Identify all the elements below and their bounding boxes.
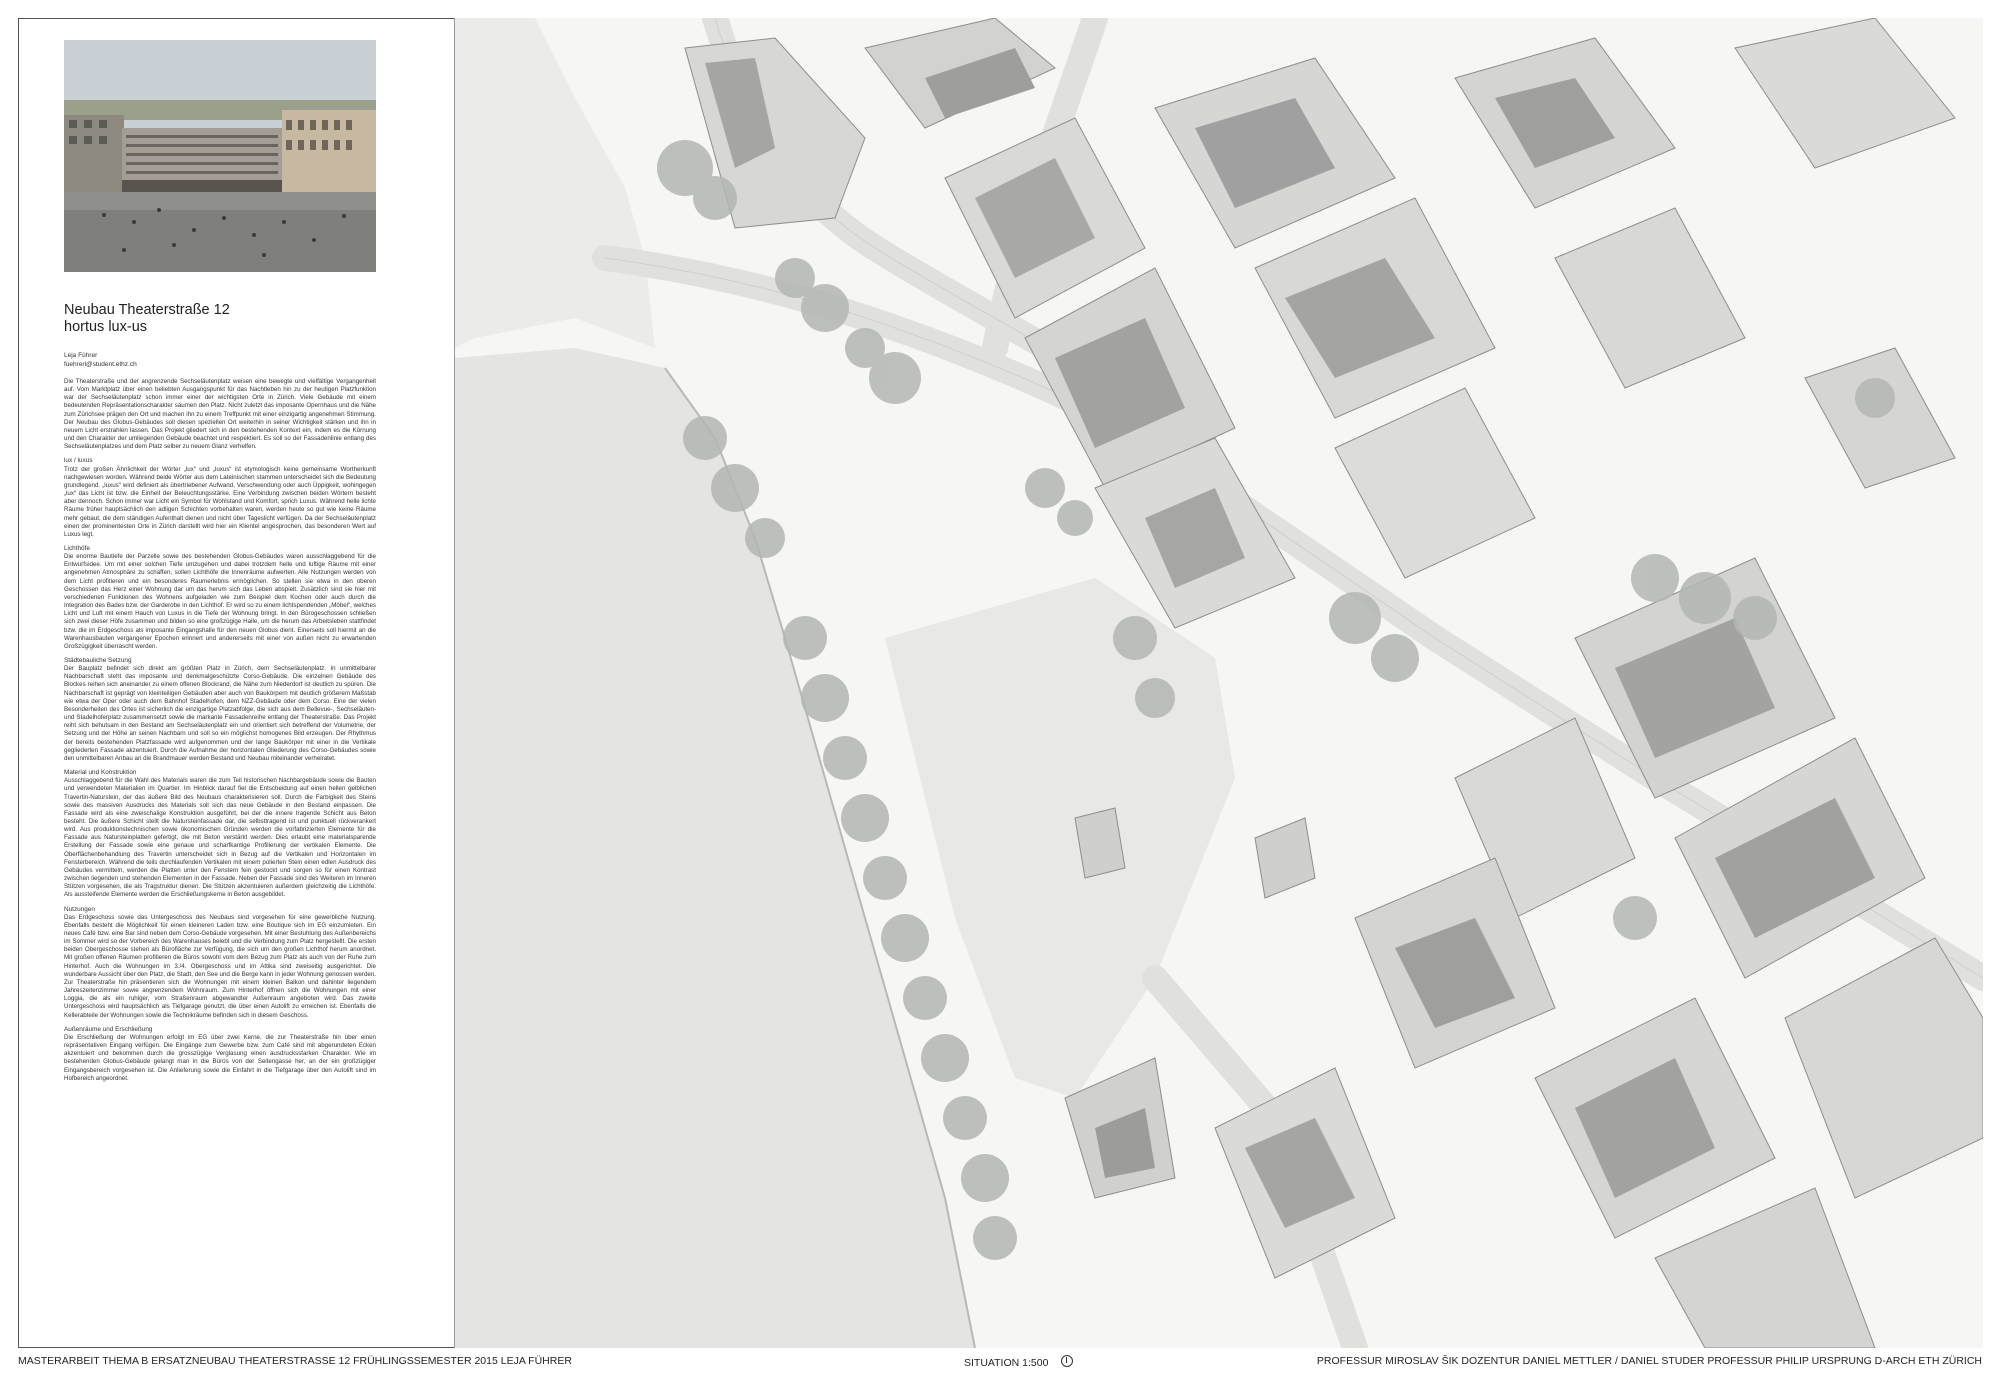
site-photo: [64, 40, 376, 272]
project-title: Neubau Theaterstraße 12 hortus lux-us: [64, 302, 376, 336]
text-column: Neubau Theaterstraße 12 hortus lux-us Le…: [64, 40, 376, 1330]
title-line-2: hortus lux-us: [64, 319, 148, 335]
title-line-1: Neubau Theaterstraße 12: [64, 302, 230, 318]
project-text: Die Theaterstraße und der angrenzende Se…: [64, 378, 376, 1083]
heading-lichthoefe: Lichthöfe: [64, 544, 90, 552]
heading-aussenraeume: Außenräume und Erschließung: [64, 1025, 153, 1033]
text-aussenraeume: Die Erschließung der Wohnungen erfolgt i…: [64, 1033, 376, 1082]
site-plan-drawing: [455, 18, 1983, 1348]
heading-lux: lux / luxus: [64, 457, 93, 465]
author-name: Leja Führer: [64, 352, 98, 359]
text-lichthoefe: Die enorme Bautiefe der Parzelle sowie d…: [64, 553, 376, 650]
footer-right: PROFESSUR MIROSLAV ŠIK DOZENTUR DANIEL M…: [1316, 1355, 1982, 1367]
text-intro: Die Theaterstraße und der angrenzende Se…: [64, 378, 376, 451]
text-nutzungen: Das Erdgeschoss sowie das Untergeschoss …: [64, 913, 376, 1019]
north-arrow-icon: [1061, 1355, 1074, 1367]
footer-center: SITUATION 1:500: [964, 1355, 1074, 1369]
heading-material: Material und Konstruktion: [64, 769, 137, 777]
site-plan: [454, 18, 1983, 1348]
heading-setzung: Städtebauliche Setzung: [64, 657, 132, 664]
scale-label: SITUATION 1:500: [964, 1357, 1049, 1369]
text-lux: Trotz der großen Ähnlichkeit der Wörter …: [64, 465, 376, 538]
author-block: Leja Führer fuehrerl@student.ethz.ch: [64, 351, 137, 369]
heading-nutzungen: Nutzungen: [64, 905, 95, 913]
author-email: fuehrerl@student.ethz.ch: [64, 361, 137, 368]
footer-left: MASTERARBEIT THEMA B ERSATZNEUBAU THEATE…: [18, 1355, 572, 1367]
site-photo-image: [64, 40, 376, 272]
text-setzung: Der Bauplatz befindet sich direkt am grö…: [64, 665, 376, 762]
text-material: Ausschlaggebend für die Wahl des Materia…: [64, 777, 376, 899]
